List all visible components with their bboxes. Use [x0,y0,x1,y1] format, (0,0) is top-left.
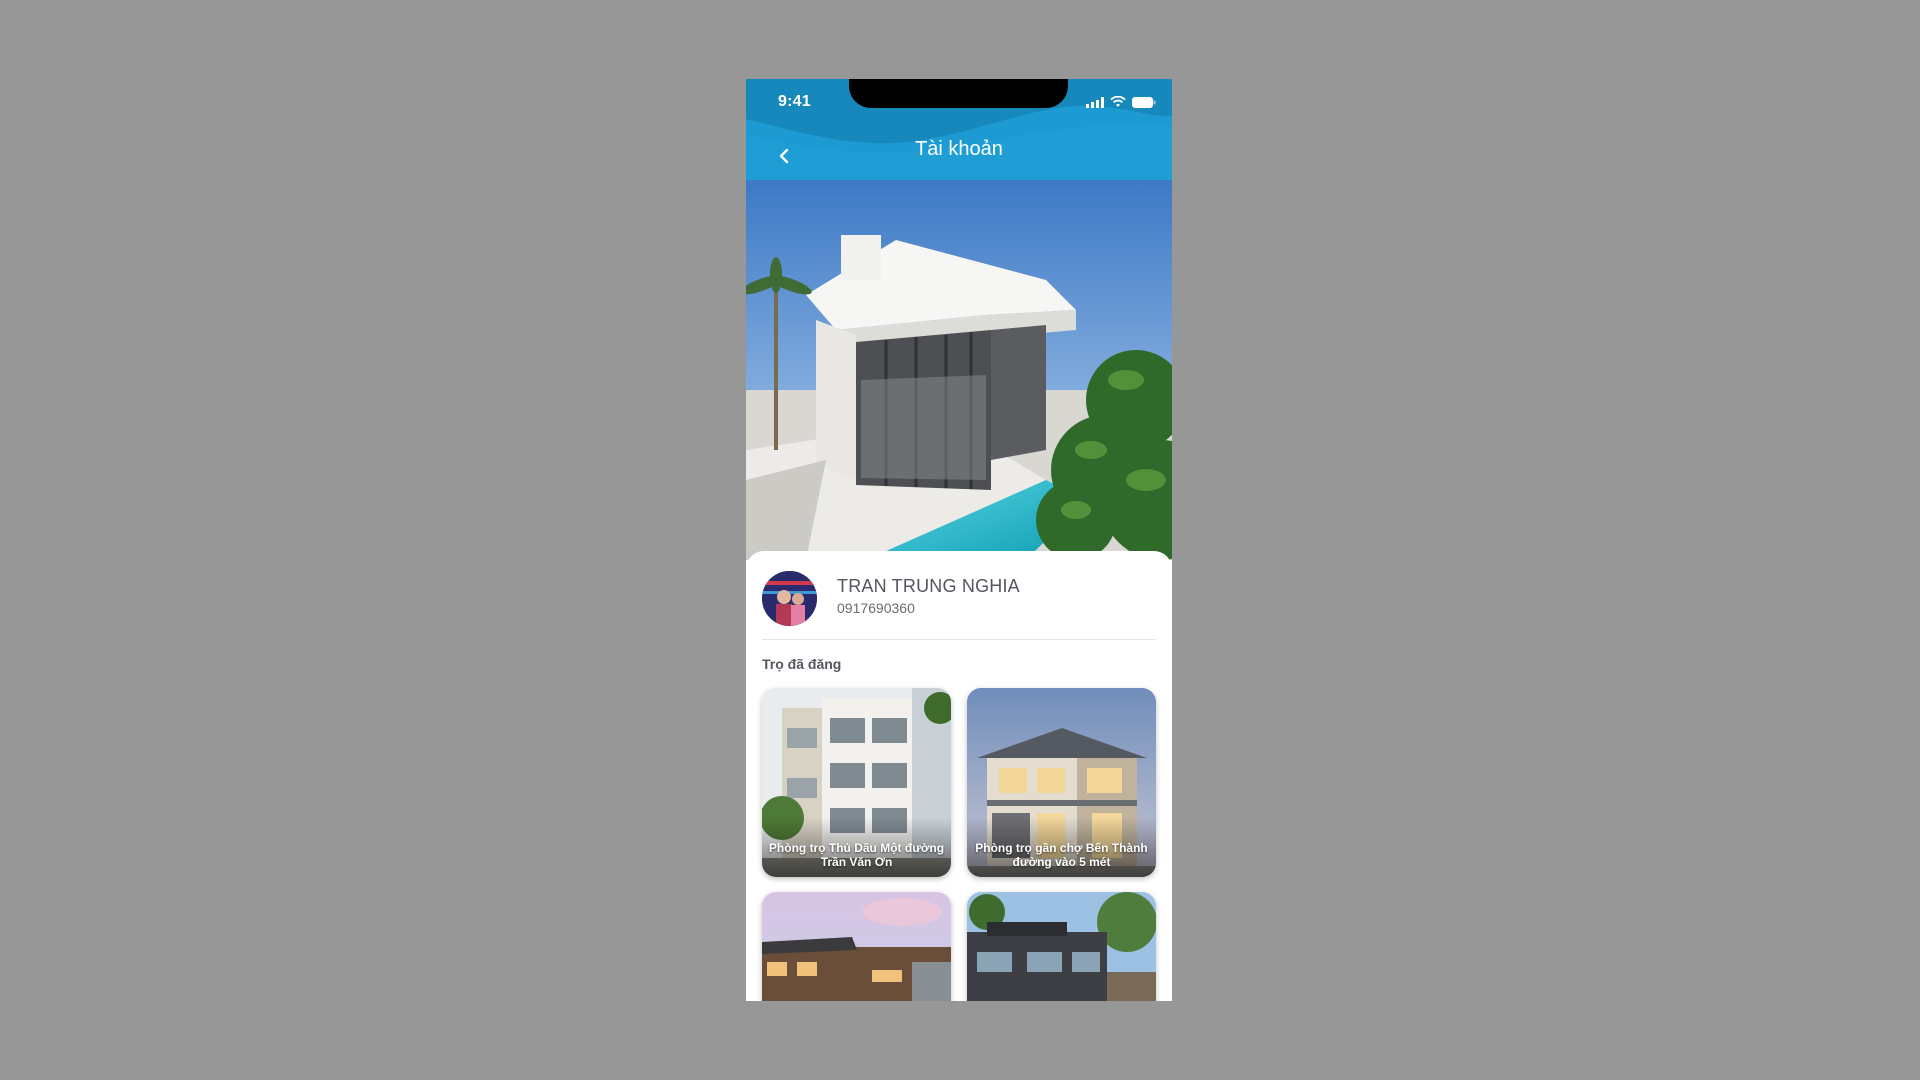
listing-photo [762,892,951,1001]
signal-icon [1086,96,1104,108]
status-time: 9:41 [778,93,811,110]
avatar[interactable] [762,571,817,626]
user-phone: 0917690360 [837,600,915,616]
device-notch [849,79,1068,108]
listing-card[interactable]: Phòng trọ gần chợ Bến Thành đường vào 5 … [967,688,1156,877]
listing-caption: Phòng trọ Thủ Dầu Một đường Trần Văn Ơn [768,841,945,869]
status-icons [1086,96,1156,108]
cover-photo [746,180,1172,560]
app-header: 9:41 Tài khoản [746,79,1172,180]
listing-card[interactable] [762,892,951,1001]
battery-icon [1132,96,1156,108]
phone-screen: 9:41 Tài khoản TRAN TRUNG NGHIA 09176903… [746,79,1172,1001]
listing-card[interactable]: Phòng trọ Thủ Dầu Một đường Trần Văn Ơn [762,688,951,877]
account-content: TRAN TRUNG NGHIA 0917690360 Trọ đã đăng [746,551,1172,1001]
listing-caption: Phòng trọ gần chợ Bến Thành đường vào 5 … [975,841,1148,869]
wifi-icon [1110,96,1126,107]
page-title: Tài khoản [915,138,1003,160]
listing-card[interactable] [967,892,1156,1001]
divider [762,639,1156,640]
user-name: TRAN TRUNG NGHIA [837,576,1020,596]
avatar-photo [762,571,817,626]
listing-photo [967,892,1156,1001]
villa-photo [746,180,1172,560]
section-title: Trọ đã đăng [762,656,842,672]
